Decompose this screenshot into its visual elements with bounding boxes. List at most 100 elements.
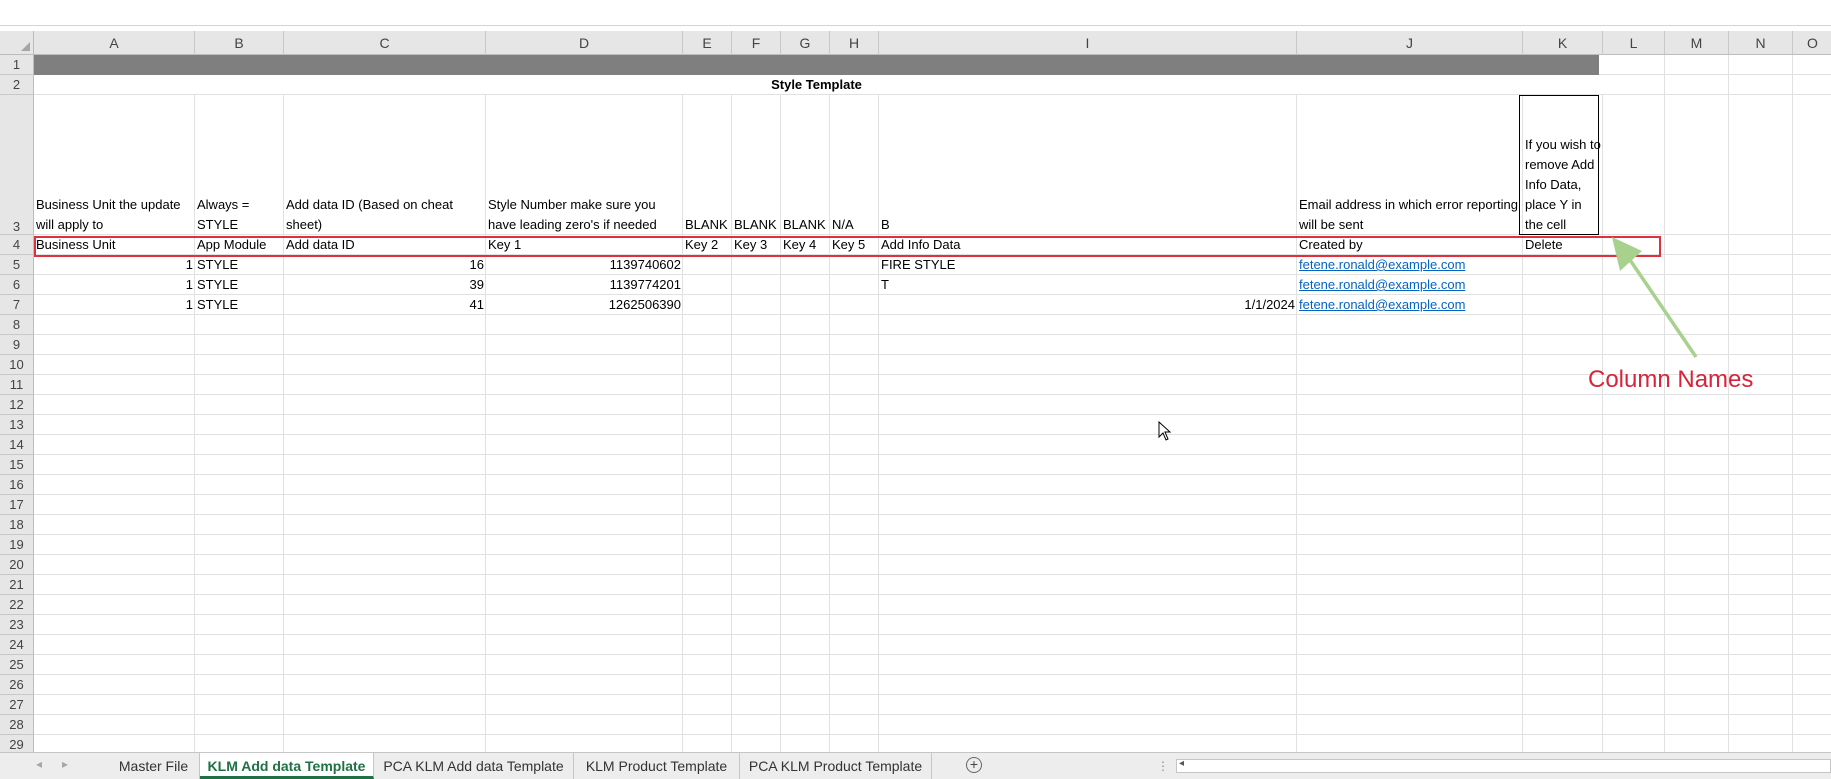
- column-header-h[interactable]: H: [830, 31, 879, 55]
- data-cell-d[interactable]: 1262506390: [486, 295, 683, 315]
- data-cell-a[interactable]: 1: [34, 255, 195, 275]
- name-box[interactable]: [0, 0, 259, 25]
- data-cell-i[interactable]: 1/1/2024: [879, 295, 1297, 315]
- email-link[interactable]: fetene.ronald@example.com: [1299, 297, 1465, 312]
- column-header-j[interactable]: J: [1297, 31, 1523, 55]
- column-name-cell-f[interactable]: Key 3: [732, 235, 781, 255]
- data-cell-a[interactable]: 1: [34, 275, 195, 295]
- row-header-3[interactable]: 3: [0, 95, 34, 235]
- column-header-c[interactable]: C: [284, 31, 486, 55]
- data-cell-c[interactable]: 16: [284, 255, 486, 275]
- column-header-f[interactable]: F: [732, 31, 781, 55]
- column-name-cell-i[interactable]: Add Info Data: [879, 235, 1297, 255]
- row-header-16[interactable]: 16: [0, 475, 34, 495]
- sheet-tab-pca-klm-add-data-template[interactable]: PCA KLM Add data Template: [374, 753, 574, 779]
- description-cell-f[interactable]: BLANK: [732, 95, 781, 235]
- column-header-m[interactable]: M: [1665, 31, 1729, 55]
- description-cell-a[interactable]: Business Unit the update will apply to: [34, 95, 195, 235]
- formula-bar[interactable]: [0, 0, 1831, 25]
- description-cell-h[interactable]: N/A: [830, 95, 879, 235]
- email-link[interactable]: fetene.ronald@example.com: [1299, 277, 1465, 292]
- select-all-corner[interactable]: [0, 31, 34, 55]
- column-header-i[interactable]: I: [879, 31, 1297, 55]
- row-header-24[interactable]: 24: [0, 635, 34, 655]
- sheet-tab-master-file[interactable]: Master File: [108, 753, 200, 779]
- row-header-25[interactable]: 25: [0, 655, 34, 675]
- tab-scroll-left-icon[interactable]: ◂: [36, 757, 42, 771]
- data-cell-j[interactable]: fetene.ronald@example.com: [1297, 295, 1523, 315]
- row-header-19[interactable]: 19: [0, 535, 34, 555]
- scroll-left-icon[interactable]: ◂: [1179, 758, 1184, 769]
- description-cell-b[interactable]: Always = STYLE: [195, 95, 284, 235]
- row-header-20[interactable]: 20: [0, 555, 34, 575]
- formula-input[interactable]: [258, 0, 1831, 25]
- description-cell-d[interactable]: Style Number make sure you have leading …: [486, 95, 683, 235]
- column-name-cell-c[interactable]: Add data ID: [284, 235, 486, 255]
- column-header-g[interactable]: G: [781, 31, 830, 55]
- row-header-9[interactable]: 9: [0, 335, 34, 355]
- row-header-11[interactable]: 11: [0, 375, 34, 395]
- description-cell-c[interactable]: Add data ID (Based on cheat sheet): [284, 95, 486, 235]
- column-header-d[interactable]: D: [486, 31, 683, 55]
- worksheet[interactable]: ABCDEFGHIJKLMNO 1 2 3 4 5 6 7 8 9 10 11 12 13 14 15 16 1…: [0, 26, 1831, 752]
- sheet-tab-klm-add-data-template[interactable]: KLM Add data Template: [200, 753, 374, 779]
- description-cell-g[interactable]: BLANK: [781, 95, 830, 235]
- sheet-title[interactable]: Style Template: [34, 75, 1599, 95]
- tab-scroll-right-icon[interactable]: ▸: [62, 757, 68, 771]
- horizontal-scrollbar[interactable]: ◂: [1176, 758, 1831, 773]
- row-header-28[interactable]: 28: [0, 715, 34, 735]
- row-header-2[interactable]: 2: [0, 75, 34, 95]
- row-header-14[interactable]: 14: [0, 435, 34, 455]
- column-name-cell-a[interactable]: Business Unit: [34, 235, 195, 255]
- row-header-8[interactable]: 8: [0, 315, 34, 335]
- row-header-6[interactable]: 6: [0, 275, 34, 295]
- data-cell-b[interactable]: STYLE: [195, 295, 284, 315]
- data-cell-d[interactable]: 1139740602: [486, 255, 683, 275]
- data-cell-b[interactable]: STYLE: [195, 255, 284, 275]
- column-name-cell-k[interactable]: Delete: [1523, 235, 1603, 255]
- column-name-cell-d[interactable]: Key 1: [486, 235, 683, 255]
- row-header-18[interactable]: 18: [0, 515, 34, 535]
- column-name-cell-j[interactable]: Created by: [1297, 235, 1523, 255]
- data-cell-d[interactable]: 1139774201: [486, 275, 683, 295]
- data-cell-j[interactable]: fetene.ronald@example.com: [1297, 255, 1523, 275]
- data-cell-i[interactable]: FIRE STYLE: [879, 255, 1297, 275]
- row-header-4[interactable]: 4: [0, 235, 34, 255]
- sheet-tab-klm-product-template[interactable]: KLM Product Template: [574, 753, 740, 779]
- column-name-cell-h[interactable]: Key 5: [830, 235, 879, 255]
- row-header-12[interactable]: 12: [0, 395, 34, 415]
- sheet-tab-pca-klm-product-template[interactable]: PCA KLM Product Template: [740, 753, 932, 779]
- data-cell-a[interactable]: 1: [34, 295, 195, 315]
- column-name-cell-b[interactable]: App Module: [195, 235, 284, 255]
- description-cell-e[interactable]: BLANK: [683, 95, 732, 235]
- description-cell-k[interactable]: If you wish to remove Add Info Data, pla…: [1523, 95, 1603, 235]
- row-header-27[interactable]: 27: [0, 695, 34, 715]
- description-cell-j[interactable]: Email address in which error reporting w…: [1297, 95, 1523, 235]
- column-header-o[interactable]: O: [1793, 31, 1831, 55]
- row-header-29[interactable]: 29: [0, 735, 34, 752]
- row-header-1[interactable]: 1: [0, 55, 34, 75]
- plus-circle-icon[interactable]: +: [966, 757, 982, 773]
- column-name-cell-g[interactable]: Key 4: [781, 235, 830, 255]
- data-cell-c[interactable]: 41: [284, 295, 486, 315]
- row-header-5[interactable]: 5: [0, 255, 34, 275]
- column-header-a[interactable]: A: [34, 31, 195, 55]
- column-header-b[interactable]: B: [195, 31, 284, 55]
- column-header-n[interactable]: N: [1729, 31, 1793, 55]
- data-cell-i[interactable]: T: [879, 275, 1297, 295]
- row-header-22[interactable]: 22: [0, 595, 34, 615]
- column-name-cell-e[interactable]: Key 2: [683, 235, 732, 255]
- row-header-23[interactable]: 23: [0, 615, 34, 635]
- row-header-17[interactable]: 17: [0, 495, 34, 515]
- row-header-10[interactable]: 10: [0, 355, 34, 375]
- data-cell-c[interactable]: 39: [284, 275, 486, 295]
- data-cell-j[interactable]: fetene.ronald@example.com: [1297, 275, 1523, 295]
- row-header-7[interactable]: 7: [0, 295, 34, 315]
- row-header-21[interactable]: 21: [0, 575, 34, 595]
- email-link[interactable]: fetene.ronald@example.com: [1299, 257, 1465, 272]
- column-header-l[interactable]: L: [1603, 31, 1665, 55]
- column-header-e[interactable]: E: [683, 31, 732, 55]
- column-header-k[interactable]: K: [1523, 31, 1603, 55]
- row-header-13[interactable]: 13: [0, 415, 34, 435]
- data-cell-b[interactable]: STYLE: [195, 275, 284, 295]
